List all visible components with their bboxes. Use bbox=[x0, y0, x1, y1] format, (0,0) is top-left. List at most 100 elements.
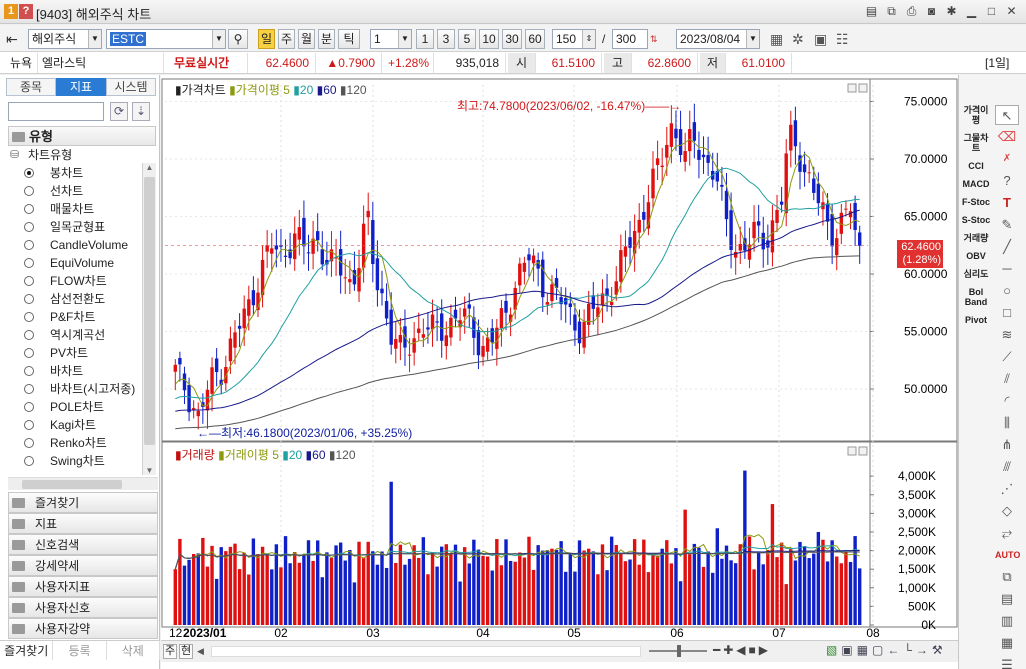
eraser-icon[interactable]: ⌫ bbox=[995, 127, 1019, 147]
tree-group-type[interactable]: 유형 bbox=[8, 126, 156, 146]
period-week-button[interactable]: 주 bbox=[278, 29, 295, 49]
radio-button[interactable] bbox=[24, 366, 34, 376]
all-erase-icon[interactable]: ✗ bbox=[995, 149, 1019, 169]
help-badge[interactable]: ? bbox=[19, 4, 33, 19]
subgroup-chart-type[interactable]: ⛁ 차트유형 bbox=[8, 146, 156, 164]
gann-icon[interactable]: ⟋ bbox=[995, 347, 1019, 367]
zoom-handle-icon[interactable] bbox=[677, 645, 681, 657]
chart-type-item[interactable]: 봉차트 bbox=[8, 164, 156, 182]
indicator-group[interactable]: 사용자강약 bbox=[8, 618, 158, 639]
indicator-shortcut-button[interactable]: CCI bbox=[961, 161, 991, 171]
indicator-group[interactable]: 사용자신호 bbox=[8, 597, 158, 618]
pencil-icon[interactable]: ✎ bbox=[995, 215, 1019, 235]
arrow-left-icon[interactable]: ← bbox=[887, 643, 903, 657]
parallel-icon[interactable]: ⋰ bbox=[995, 479, 1019, 499]
horizontal-scroll[interactable] bbox=[211, 646, 641, 657]
tools-icon[interactable]: ☷ bbox=[836, 29, 854, 49]
radio-button[interactable] bbox=[24, 456, 34, 466]
list-hscrollbar[interactable] bbox=[8, 477, 158, 490]
auto-icon[interactable]: AUTO bbox=[995, 545, 1020, 565]
indicator-group[interactable]: 즐겨찾기 bbox=[8, 492, 158, 513]
chart-type-item[interactable]: Renko차트 bbox=[8, 434, 156, 452]
radio-button[interactable] bbox=[24, 420, 34, 430]
indicator-shortcut-button[interactable]: MACD bbox=[961, 179, 991, 189]
maximize-icon[interactable]: □ bbox=[983, 3, 1000, 20]
scroll-left-icon[interactable]: ◀ bbox=[197, 644, 209, 659]
indicator-group[interactable]: 신호검색 bbox=[8, 534, 158, 555]
play-icon[interactable]: ▶ bbox=[759, 643, 771, 657]
download-icon[interactable]: ⇣ bbox=[132, 102, 150, 121]
camera-icon[interactable]: ◙ bbox=[923, 3, 940, 20]
stop-icon[interactable]: ■ bbox=[749, 643, 759, 657]
arrow-right-icon[interactable]: → bbox=[916, 643, 932, 657]
window-badge-number[interactable]: 1 bbox=[4, 4, 18, 19]
indicator-group[interactable]: 지표 bbox=[8, 513, 158, 534]
interval-5-button[interactable]: 5 bbox=[458, 29, 476, 49]
radio-button[interactable] bbox=[24, 384, 34, 394]
chart-area[interactable]: 75.0000 70.0000 65.0000 60.0000 55.0000 50.00… bbox=[161, 75, 958, 669]
refresh-icon[interactable]: ⟳ bbox=[110, 102, 128, 121]
radio-button[interactable] bbox=[24, 348, 34, 358]
chart-type-item[interactable]: EquiVolume bbox=[8, 254, 156, 272]
period-minute-button[interactable]: 분 bbox=[318, 29, 335, 49]
radio-button[interactable] bbox=[24, 204, 34, 214]
radio-button[interactable] bbox=[24, 402, 34, 412]
indicator-group[interactable]: 사용자지표 bbox=[8, 576, 158, 597]
cursor-icon[interactable]: ↖ bbox=[995, 105, 1019, 125]
rectangle-tool-icon[interactable]: □ bbox=[995, 303, 1019, 323]
memo-icon[interactable]: ▤ bbox=[863, 3, 880, 20]
chart-type-item[interactable]: 바차트(시고저종) bbox=[8, 380, 156, 398]
fibo-icon[interactable]: ⫼ bbox=[995, 413, 1019, 433]
indicator-shortcut-button[interactable]: 가격이평 bbox=[961, 105, 991, 125]
chart-type-item[interactable]: 바차트 bbox=[8, 362, 156, 380]
channel-icon[interactable]: ⫻ bbox=[995, 457, 1019, 477]
grid-tool-icon[interactable]: ▦ bbox=[995, 633, 1019, 653]
gear-icon[interactable]: ✱ bbox=[943, 3, 960, 20]
chart-type-item[interactable]: P&F차트 bbox=[8, 308, 156, 326]
indicator-shortcut-button[interactable]: 심리도 bbox=[961, 269, 991, 279]
interval-3-button[interactable]: 3 bbox=[437, 29, 455, 49]
radio-button[interactable] bbox=[24, 312, 34, 322]
zoom-out-icon[interactable]: ━ bbox=[713, 643, 723, 657]
help-icon[interactable]: ? bbox=[995, 171, 1019, 191]
scroll-down-icon[interactable]: ▼ bbox=[143, 466, 156, 475]
interval-1-button[interactable]: 1 bbox=[416, 29, 434, 49]
scroll-thumb[interactable] bbox=[144, 177, 155, 445]
stock-chart-svg[interactable]: 75.0000 70.0000 65.0000 60.0000 55.0000 50.00… bbox=[161, 75, 958, 640]
indicator-shortcut-button[interactable]: 그물차트 bbox=[961, 133, 991, 153]
radio-button[interactable] bbox=[24, 222, 34, 232]
circle-tool-icon[interactable]: ○ bbox=[995, 281, 1019, 301]
link-icon[interactable]: ⧉ bbox=[883, 3, 900, 20]
period-month-button[interactable]: 월 bbox=[298, 29, 315, 49]
print-icon[interactable]: ⎙ bbox=[903, 3, 920, 20]
indicator-shortcut-button[interactable]: S-Stoc bbox=[961, 215, 991, 225]
chart-type-item[interactable]: FLOW차트 bbox=[8, 272, 156, 290]
interval-select[interactable]: 1 ▼ bbox=[370, 29, 412, 49]
radio-button[interactable] bbox=[24, 168, 34, 178]
rhombus-icon[interactable]: ◇ bbox=[995, 501, 1019, 521]
indicator-shortcut-button[interactable]: 거래량 bbox=[961, 233, 991, 243]
indicator-shortcut-button[interactable]: OBV bbox=[961, 251, 991, 261]
layout-icon[interactable]: ▦ bbox=[857, 643, 872, 657]
zigzag-icon[interactable]: ≋ bbox=[995, 325, 1019, 345]
nav-arrow-icon[interactable]: ⇤ bbox=[6, 29, 26, 49]
tab-indicator[interactable]: 지표 bbox=[56, 78, 106, 96]
chart-settings-icon[interactable]: ▦ bbox=[770, 29, 788, 49]
chart-type-item[interactable]: 매물차트 bbox=[8, 200, 156, 218]
chart-type-item[interactable]: 일목균형표 bbox=[8, 218, 156, 236]
chart-type-item[interactable]: CandleVolume bbox=[8, 236, 156, 254]
chart-type-item[interactable]: 삼선전환도 bbox=[8, 290, 156, 308]
chart-type-item[interactable]: Swing차트 bbox=[8, 452, 156, 470]
current-toggle-button[interactable]: 현 bbox=[179, 644, 193, 659]
radio-button[interactable] bbox=[24, 276, 34, 286]
chart-type-item[interactable]: Kagi차트 bbox=[8, 416, 156, 434]
indicator-shortcut-button[interactable]: F-Stoc bbox=[961, 197, 991, 207]
horizontal-line-icon[interactable]: ─ bbox=[995, 259, 1019, 279]
line-tool-icon[interactable]: ╱ bbox=[995, 237, 1019, 257]
tab-system[interactable]: 시스템 bbox=[106, 78, 156, 96]
hscroll-thumb[interactable] bbox=[22, 480, 122, 489]
chart-type-item[interactable]: 선차트 bbox=[8, 182, 156, 200]
max-count-field[interactable]: 300 bbox=[612, 29, 648, 49]
radio-button[interactable] bbox=[24, 438, 34, 448]
text-tool-icon[interactable]: T bbox=[995, 193, 1019, 213]
